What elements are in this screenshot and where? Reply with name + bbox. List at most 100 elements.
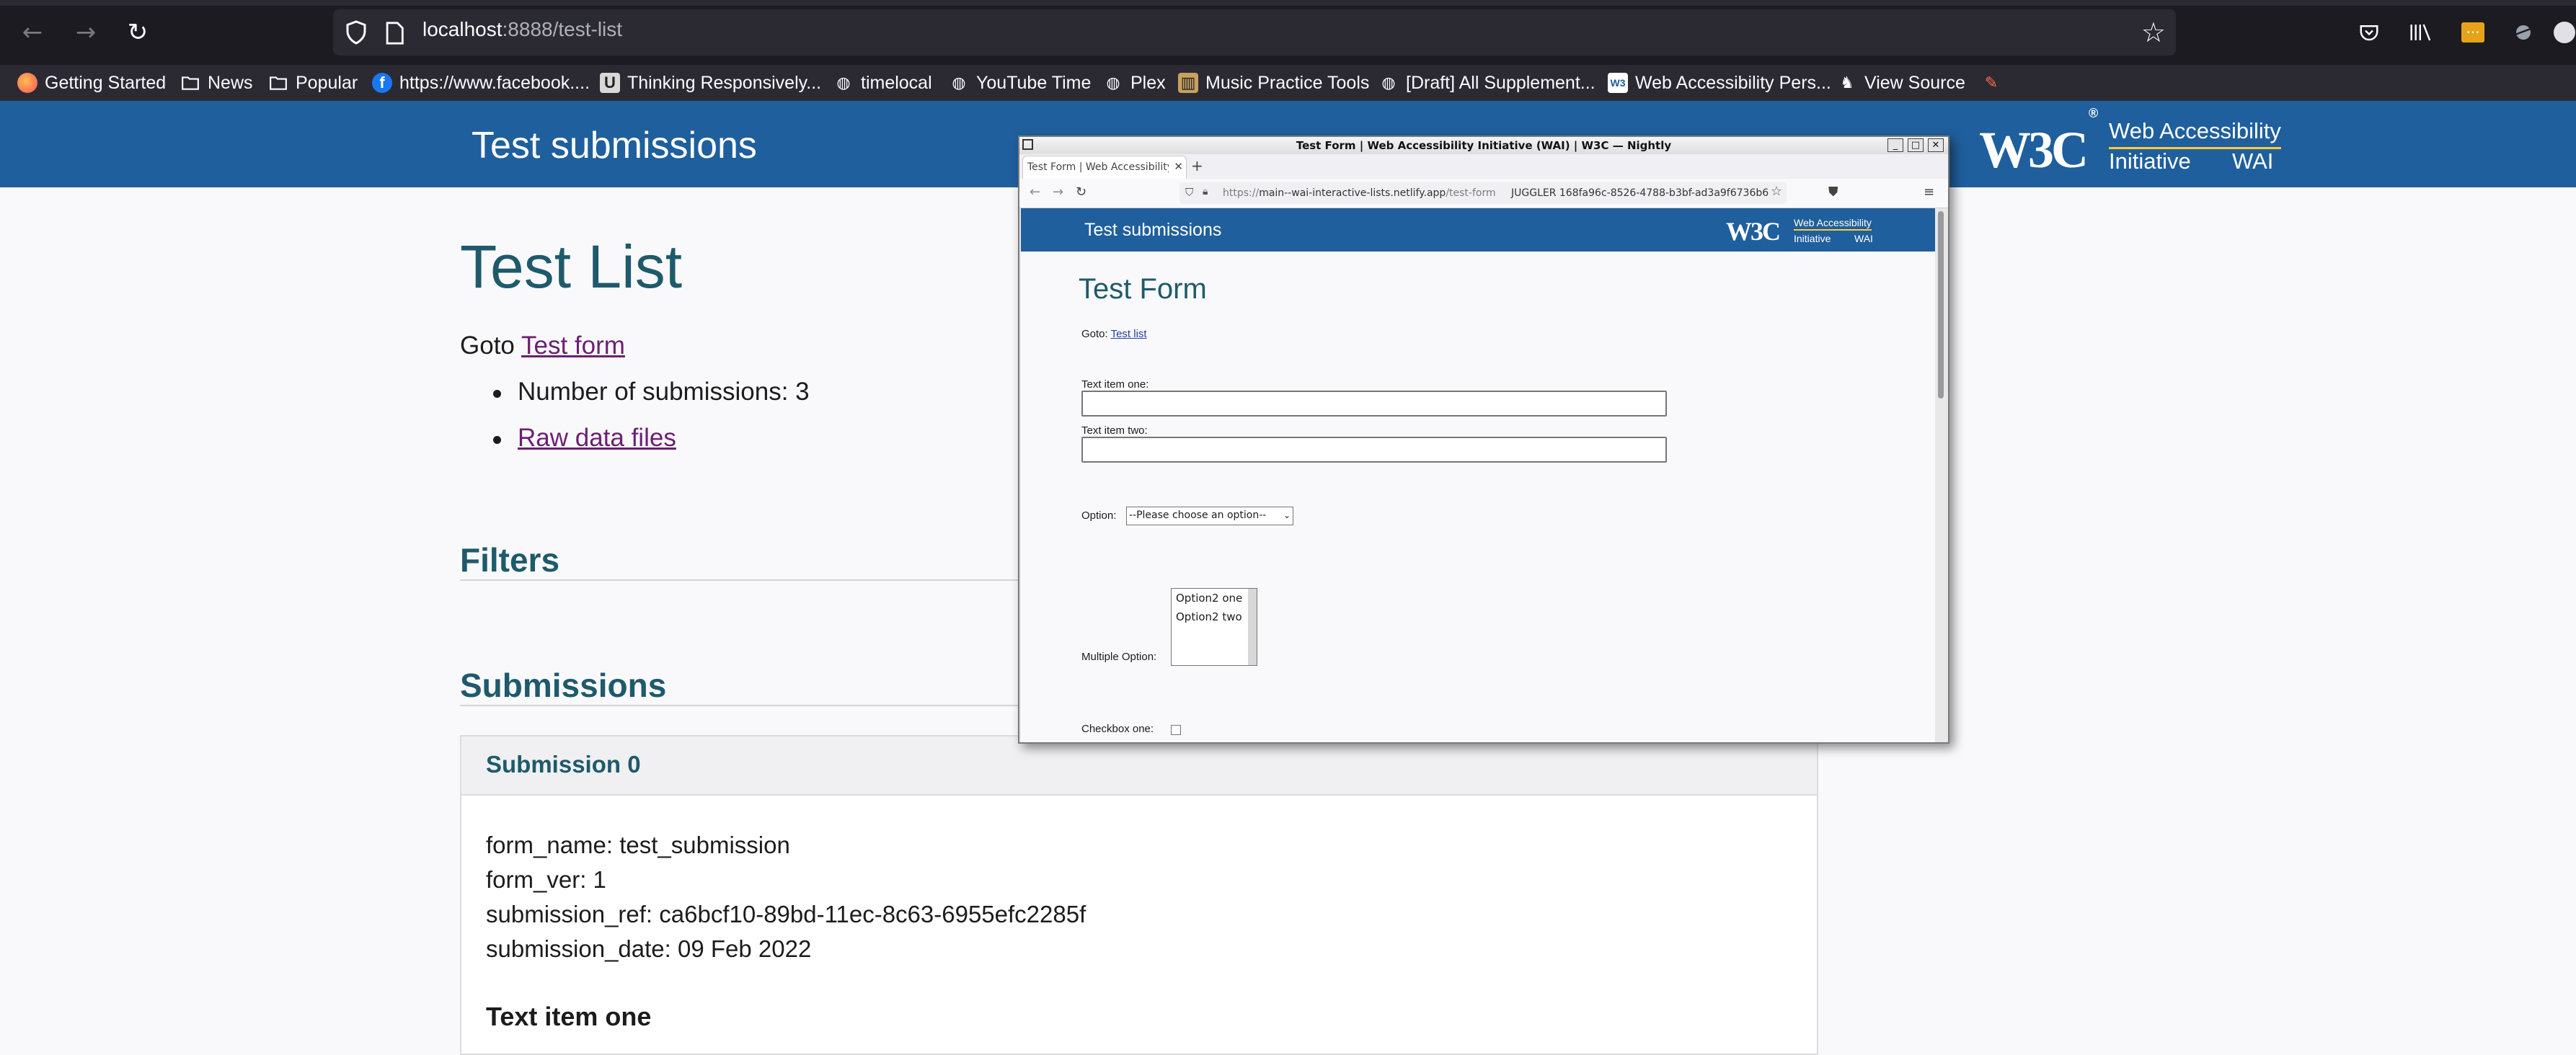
bookmark-pencil[interactable]: ✎ xyxy=(1981,65,2001,101)
submissions-heading: Submissions xyxy=(460,667,667,704)
extension-icon[interactable]: ··· xyxy=(2458,16,2487,49)
globe-icon: ◍ xyxy=(952,74,966,92)
checkbox-one[interactable] xyxy=(1171,725,1181,735)
wai-subtitle-initiative: Initiative xyxy=(1794,233,1831,244)
option-select[interactable]: --Please choose an option-- ⌄ xyxy=(1126,507,1293,525)
list-option[interactable]: Option2 one xyxy=(1176,592,1242,605)
submissions-count: Number of submissions: 3 xyxy=(518,378,810,406)
bookmark-web-accessibility[interactable]: W3 Web Accessibility Pers... xyxy=(1608,65,1831,101)
multiple-option-listbox[interactable]: Option2 one Option2 two xyxy=(1171,588,1257,666)
registered-mark: ® xyxy=(2089,106,2098,120)
close-tab-icon[interactable]: ✕ xyxy=(1174,160,1183,173)
bookmark-popular[interactable]: Popular xyxy=(268,65,358,101)
facebook-icon: f xyxy=(372,73,392,93)
pencil-icon: ✎ xyxy=(1984,74,1999,92)
bookmark-music-practice-tools[interactable]: ▥ Music Practice Tools xyxy=(1178,65,1369,101)
wai-subtitle-wai: WAI xyxy=(1854,233,1873,244)
shield-icon[interactable] xyxy=(343,19,369,45)
new-tab-icon[interactable]: + xyxy=(1191,157,1203,174)
library-icon[interactable] xyxy=(2407,16,2435,49)
w3c-logo[interactable]: W3C® xyxy=(1979,106,2098,180)
list-option[interactable]: Option2 two xyxy=(1176,610,1242,623)
bookmark-thinking-responsively[interactable]: U Thinking Responsively... xyxy=(600,65,821,101)
popup-page-content: Test submissions W3C Web Accessibility I… xyxy=(1021,208,1935,742)
forward-arrow-icon[interactable]: → xyxy=(1053,184,1063,200)
url-bar[interactable]: localhost:8888/test-list ☆ xyxy=(333,9,2176,55)
popup-url-bar[interactable]: ⛉ 🔒︎ https://main--wai-interactive-lists… xyxy=(1179,182,1787,204)
submission-ref: submission_ref: ca6bcf10-89bd-11ec-8c63-… xyxy=(486,901,1086,927)
text-item-two-input[interactable] xyxy=(1081,437,1667,463)
star-icon[interactable]: ☆ xyxy=(2141,17,2166,48)
popup-tab[interactable]: Test Form | Web Accessibility Ini ✕ xyxy=(1022,156,1187,179)
bookmark-timelocal[interactable]: ◍ timelocal xyxy=(833,65,931,101)
checkbox-one-label: Checkbox one: xyxy=(1081,723,1154,735)
raw-data-files-link[interactable]: Raw data files xyxy=(518,424,676,452)
chevron-down-icon: ⌄ xyxy=(1283,510,1291,520)
star-icon[interactable]: ☆ xyxy=(1771,184,1782,199)
close-icon[interactable]: ✕ xyxy=(1928,138,1944,152)
browser-toolbar: ← → ↻ localhost:8888/test-list ☆ ··· xyxy=(0,0,2576,65)
popup-goto-line: Goto: Test list xyxy=(1081,328,1147,340)
popup-scrollbar[interactable] xyxy=(1935,208,1947,742)
site-icon: ▥ xyxy=(1178,73,1198,93)
shield-icon[interactable]: ⛉ xyxy=(1185,186,1193,199)
extension-icon[interactable] xyxy=(2509,16,2538,49)
goto-line: Goto Test form xyxy=(460,331,625,360)
window-title: Test Form | Web Accessibility Initiative… xyxy=(1296,139,1672,152)
popup-tab-strip: Test Form | Web Accessibility Ini ✕ + xyxy=(1019,154,1948,179)
option-label: Option: xyxy=(1081,509,1117,522)
bookmark-getting-started[interactable]: Getting Started xyxy=(17,65,166,101)
wai-title[interactable]: Web Accessibility xyxy=(1794,217,1872,231)
url-text[interactable]: localhost:8888/test-list xyxy=(422,18,622,41)
reload-icon[interactable]: ↻ xyxy=(1076,184,1086,200)
submission-card-header[interactable]: Submission 0 xyxy=(461,736,1817,796)
tab-strip xyxy=(0,0,2576,6)
bookmark-label: [Draft] All Supplement... xyxy=(1406,72,1595,93)
back-arrow-icon[interactable]: ← xyxy=(1030,184,1040,200)
text-item-one-label: Text item one: xyxy=(1081,378,1149,391)
firefox-icon xyxy=(17,73,37,93)
bookmark-view-source[interactable]: ♞ View Source xyxy=(1837,65,1965,101)
menu-icon[interactable]: ≡ xyxy=(1924,184,1934,200)
site-icon: U xyxy=(600,73,620,93)
url-path: :8888/test-list xyxy=(502,18,623,40)
forward-arrow-icon[interactable]: → xyxy=(69,16,102,49)
wai-title[interactable]: Web Accessibility xyxy=(2109,118,2281,149)
globe-icon: ◍ xyxy=(1106,74,1120,92)
pocket-icon[interactable]: ⛊ xyxy=(1828,184,1838,200)
w3c-logo[interactable]: W3C xyxy=(1726,216,1781,246)
rabbit-icon: ♞ xyxy=(1840,74,1854,92)
popup-site-title[interactable]: Test submissions xyxy=(1084,220,1221,241)
account-icon[interactable] xyxy=(2552,16,2576,49)
bookmark-label: News xyxy=(208,72,253,93)
reload-icon[interactable]: ↻ xyxy=(121,16,154,49)
test-list-link[interactable]: Test list xyxy=(1111,328,1147,340)
text-item-two-label: Text item two: xyxy=(1081,424,1148,437)
lock-icon[interactable]: 🔒︎ xyxy=(1203,186,1208,197)
multiple-option-label: Multiple Option: xyxy=(1081,651,1157,663)
minimize-icon[interactable]: _ xyxy=(1887,138,1903,152)
text-item-one-input[interactable] xyxy=(1081,391,1667,417)
test-form-link[interactable]: Test form xyxy=(521,331,625,360)
folder-icon xyxy=(268,73,288,93)
bookmark-plex[interactable]: ◍ Plex xyxy=(1103,65,1165,101)
bookmark-news[interactable]: News xyxy=(180,65,253,101)
form-name: form_name: test_submission xyxy=(486,832,790,858)
bookmarks-bar: Getting Started News Popular f https://ww… xyxy=(0,65,2576,101)
pocket-icon[interactable] xyxy=(2355,16,2384,49)
site-title[interactable]: Test submissions xyxy=(472,124,757,167)
window-titlebar[interactable]: Test Form | Web Accessibility Initiative… xyxy=(1019,137,1948,155)
bullet-icon xyxy=(493,390,501,398)
listbox-scrollbar[interactable] xyxy=(1248,589,1257,665)
bookmark-draft-all-supplement[interactable]: ◍ [Draft] All Supplement... xyxy=(1378,65,1595,101)
scrollbar-thumb[interactable] xyxy=(1938,211,1944,399)
back-arrow-icon[interactable]: ← xyxy=(16,16,49,49)
form-version: form_ver: 1 xyxy=(486,866,606,893)
url-host: localhost xyxy=(422,18,503,40)
bookmark-youtube-time[interactable]: ◍ YouTube Time xyxy=(949,65,1091,101)
globe-icon: ◍ xyxy=(836,74,851,92)
bookmark-facebook[interactable]: f https://www.facebook.... xyxy=(372,65,590,101)
popup-url-path: /test-form xyxy=(1446,187,1496,199)
maximize-icon[interactable]: □ xyxy=(1908,138,1924,152)
popup-tab-label: Test Form | Web Accessibility Ini xyxy=(1027,161,1169,173)
